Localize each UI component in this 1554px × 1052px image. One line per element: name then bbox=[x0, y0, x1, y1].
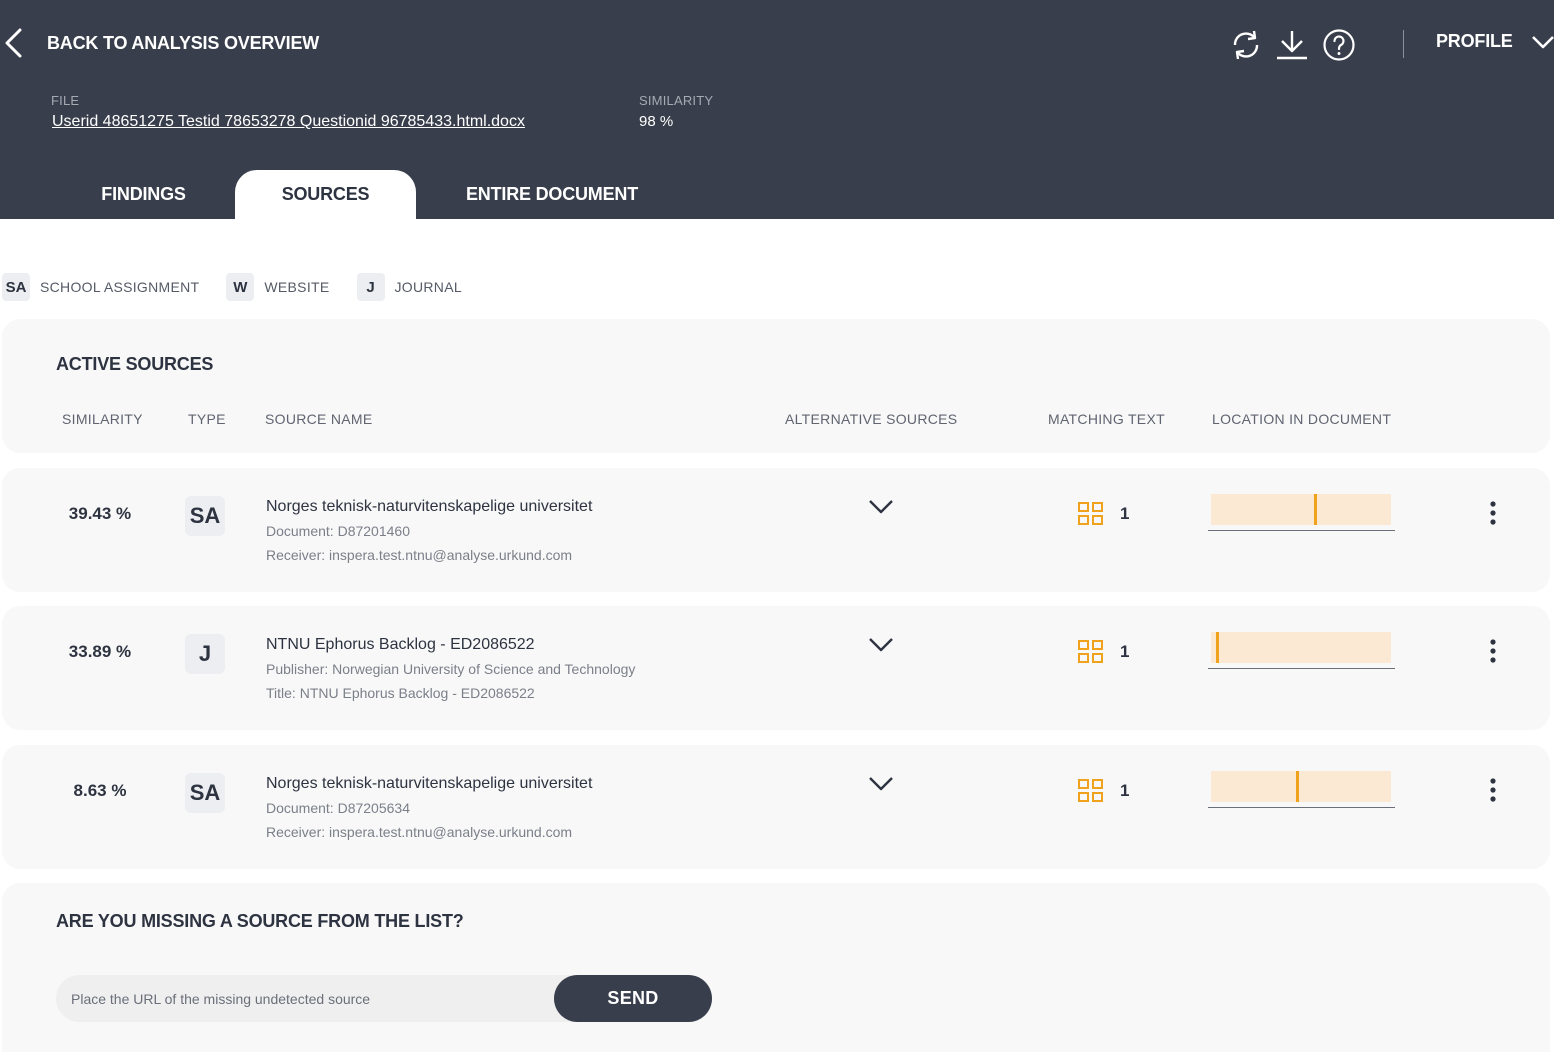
matching-text-grid-icon[interactable] bbox=[1077, 639, 1105, 665]
source-detail-receiver: Receiver: inspera.test.ntnu@analyse.urku… bbox=[266, 547, 573, 563]
legend-item-school-assignment: SA SCHOOL ASSIGNMENT bbox=[2, 273, 199, 301]
matching-text-count: 1 bbox=[1120, 642, 1130, 661]
chevron-left-icon bbox=[5, 28, 22, 58]
alternative-sources-chevron-down-icon[interactable] bbox=[868, 775, 894, 793]
chevron-down-icon bbox=[1531, 35, 1554, 48]
source-type-badge: J bbox=[185, 634, 225, 674]
missing-source-url-input[interactable] bbox=[56, 975, 576, 1022]
source-row[interactable]: 33.89 % J NTNU Ephorus Backlog - ED20865… bbox=[2, 606, 1550, 730]
more-options-icon[interactable] bbox=[1483, 500, 1503, 526]
location-in-document-bar[interactable] bbox=[1208, 493, 1395, 531]
profile-label: PROFILE bbox=[1436, 31, 1513, 51]
column-header-location: LOCATION IN DOCUMENT bbox=[1212, 411, 1392, 427]
source-detail-publisher: Publisher: Norwegian University of Scien… bbox=[266, 661, 636, 677]
type-badge: SA bbox=[2, 273, 30, 301]
source-detail-receiver: Receiver: inspera.test.ntnu@analyse.urku… bbox=[266, 824, 573, 840]
matching-text-count: 1 bbox=[1120, 781, 1130, 800]
header-divider bbox=[1403, 30, 1404, 58]
matching-text-grid-icon[interactable] bbox=[1077, 778, 1105, 804]
location-track bbox=[1211, 632, 1391, 663]
refresh-icon[interactable] bbox=[1229, 28, 1263, 62]
source-detail-title: Title: NTNU Ephorus Backlog - ED2086522 bbox=[266, 685, 535, 701]
source-name[interactable]: Norges teknisk-naturvitenskapelige unive… bbox=[266, 498, 592, 516]
source-type-legend: SA SCHOOL ASSIGNMENT W WEBSITE J JOURNAL bbox=[2, 273, 489, 301]
matching-text-grid-icon[interactable] bbox=[1077, 501, 1105, 527]
matching-text-count: 1 bbox=[1120, 504, 1130, 523]
location-marker[interactable] bbox=[1313, 494, 1317, 525]
legend-label: WEBSITE bbox=[264, 279, 330, 295]
source-name[interactable]: NTNU Ephorus Backlog - ED2086522 bbox=[266, 636, 535, 654]
tab-findings[interactable]: FINDINGS bbox=[52, 170, 235, 219]
source-name[interactable]: Norges teknisk-naturvitenskapelige unive… bbox=[266, 775, 592, 793]
back-link-label: BACK TO ANALYSIS OVERVIEW bbox=[47, 32, 320, 53]
similarity-value: 98 % bbox=[639, 113, 674, 130]
back-to-overview-link[interactable]: BACK TO ANALYSIS OVERVIEW bbox=[4, 28, 319, 58]
column-header-matching-text: MATCHING TEXT bbox=[1048, 411, 1165, 427]
missing-source-panel: ARE YOU MISSING A SOURCE FROM THE LIST? … bbox=[2, 883, 1550, 1052]
similarity-label: SIMILARITY bbox=[639, 93, 714, 108]
download-icon[interactable] bbox=[1275, 28, 1309, 62]
help-icon[interactable] bbox=[1322, 28, 1356, 62]
more-options-icon[interactable] bbox=[1483, 777, 1503, 803]
active-sources-header: ACTIVE SOURCES SIMILARITY TYPE SOURCE NA… bbox=[2, 319, 1550, 453]
profile-menu[interactable]: PROFILE bbox=[1436, 31, 1554, 52]
alternative-sources-chevron-down-icon[interactable] bbox=[868, 636, 894, 654]
source-similarity: 8.63 % bbox=[73, 781, 127, 800]
source-detail-document: Document: D87205634 bbox=[266, 800, 410, 816]
location-in-document-bar[interactable] bbox=[1208, 770, 1395, 808]
source-type-badge: SA bbox=[185, 773, 225, 813]
column-header-source-name[interactable]: SOURCE NAME bbox=[265, 411, 373, 427]
alternative-sources-chevron-down-icon[interactable] bbox=[868, 498, 894, 516]
missing-source-form: SEND bbox=[56, 975, 712, 1022]
location-marker[interactable] bbox=[1295, 771, 1299, 802]
missing-source-title: ARE YOU MISSING A SOURCE FROM THE LIST? bbox=[56, 911, 464, 931]
source-type-badge: SA bbox=[185, 496, 225, 536]
location-in-document-bar[interactable] bbox=[1208, 631, 1395, 669]
column-header-similarity[interactable]: SIMILARITY bbox=[62, 411, 143, 427]
source-row[interactable]: 8.63 % SA Norges teknisk-naturvitenskape… bbox=[2, 745, 1550, 869]
legend-label: JOURNAL bbox=[394, 279, 462, 295]
source-row[interactable]: 39.43 % SA Norges teknisk-naturvitenskap… bbox=[2, 468, 1550, 592]
location-marker[interactable] bbox=[1216, 632, 1220, 663]
type-badge: W bbox=[226, 273, 255, 301]
more-options-icon[interactable] bbox=[1483, 638, 1503, 664]
legend-item-website: W WEBSITE bbox=[226, 273, 329, 301]
column-header-alternative-sources: ALTERNATIVE SOURCES bbox=[785, 411, 958, 427]
type-badge: J bbox=[356, 273, 385, 301]
location-track bbox=[1211, 494, 1391, 525]
tab-entire-document[interactable]: ENTIRE DOCUMENT bbox=[416, 170, 688, 219]
legend-item-journal: J JOURNAL bbox=[356, 273, 462, 301]
top-header: BACK TO ANALYSIS OVERVIEW PROFILE FILE U… bbox=[0, 0, 1554, 219]
location-track bbox=[1211, 771, 1391, 802]
file-name-link[interactable]: Userid 48651275 Testid 78653278 Question… bbox=[52, 113, 525, 131]
file-label: FILE bbox=[51, 93, 80, 108]
source-similarity: 39.43 % bbox=[68, 504, 132, 523]
source-similarity: 33.89 % bbox=[68, 642, 132, 661]
source-detail-document: Document: D87201460 bbox=[266, 523, 410, 539]
tab-sources[interactable]: SOURCES bbox=[235, 170, 416, 219]
column-header-type[interactable]: TYPE bbox=[188, 411, 226, 427]
section-title: ACTIVE SOURCES bbox=[56, 354, 214, 374]
legend-label: SCHOOL ASSIGNMENT bbox=[40, 279, 200, 295]
send-button[interactable]: SEND bbox=[554, 975, 712, 1022]
